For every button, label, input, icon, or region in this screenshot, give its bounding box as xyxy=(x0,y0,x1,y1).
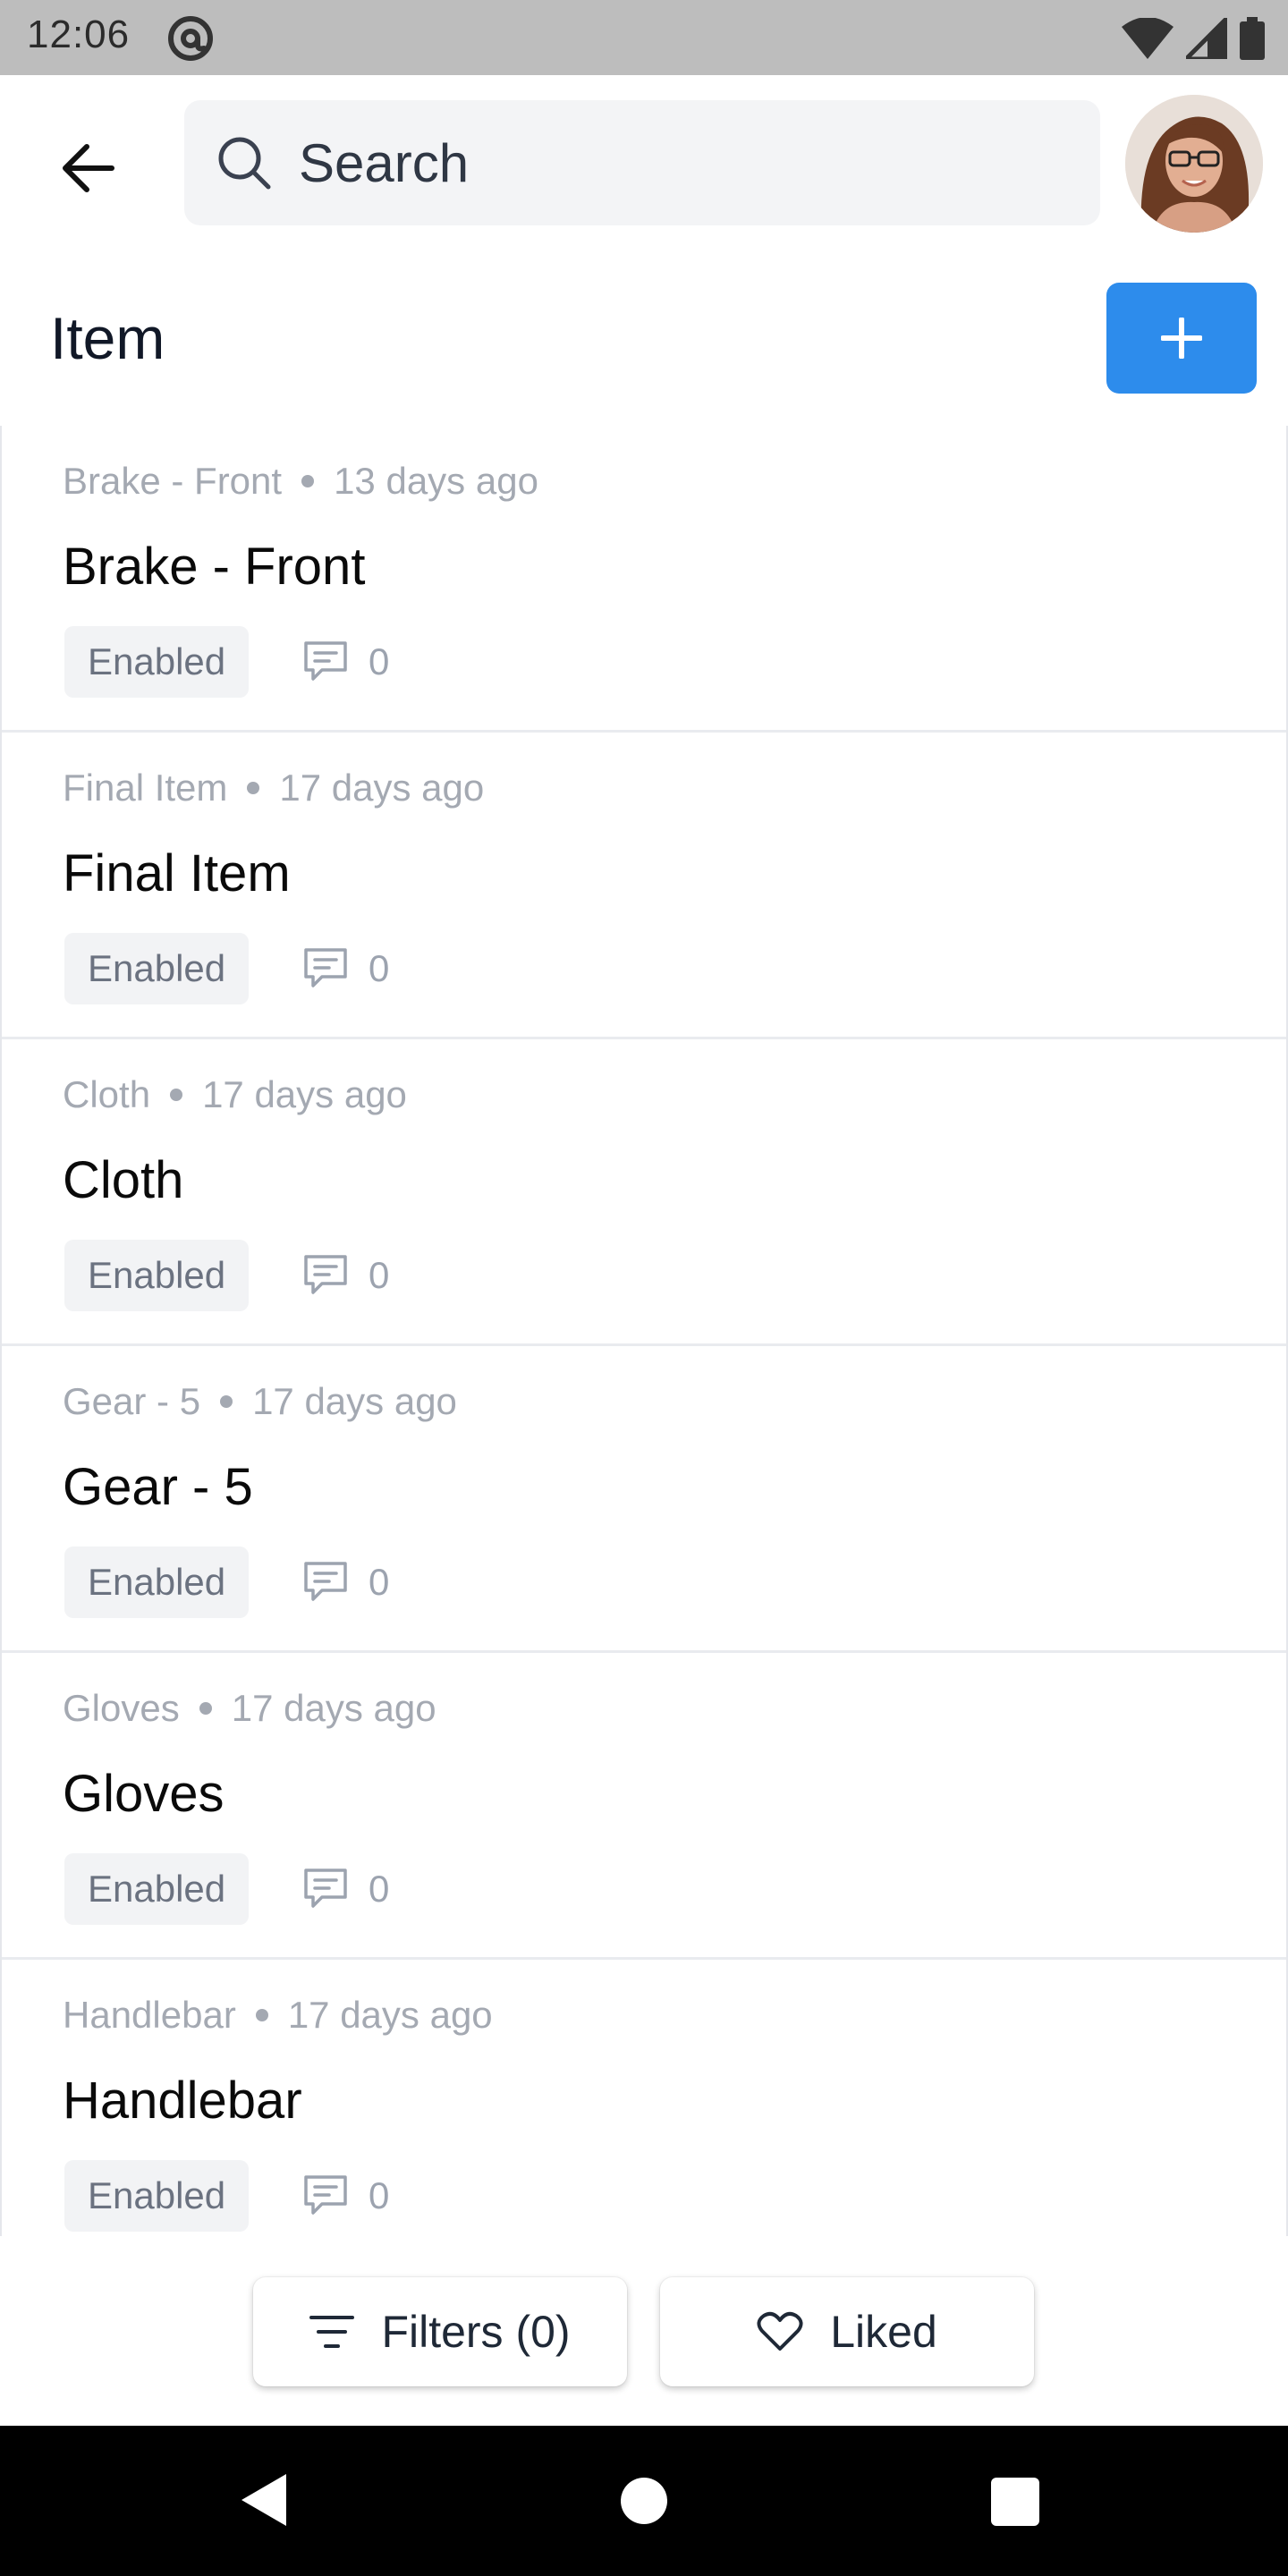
item-age: 17 days ago xyxy=(202,1073,407,1115)
wifi-icon xyxy=(1122,18,1174,59)
status-icons xyxy=(1122,16,1265,61)
list-item[interactable]: Handlebar 17 days ago Handlebar Enabled … xyxy=(2,1960,1286,2236)
separator-dot xyxy=(255,2009,268,2021)
battery-icon xyxy=(1240,17,1265,60)
comment-count: 0 xyxy=(369,1868,390,1910)
comment-count: 0 xyxy=(369,1254,390,1296)
liked-label: Liked xyxy=(830,2307,937,2357)
search-input[interactable]: Search xyxy=(184,100,1100,225)
user-avatar[interactable] xyxy=(1125,95,1263,233)
comment-icon xyxy=(304,2175,347,2215)
item-age: 17 days ago xyxy=(252,1380,457,1422)
comment-count: 0 xyxy=(369,1561,390,1603)
nav-home-icon[interactable] xyxy=(621,2478,667,2524)
separator-dot xyxy=(301,475,315,487)
bottom-action-bar: Filters (0) Liked xyxy=(0,2236,1288,2426)
list-item[interactable]: Final Item 17 days ago Final Item Enable… xyxy=(2,733,1286,1039)
nav-recents-icon[interactable] xyxy=(991,2478,1039,2526)
item-age: 13 days ago xyxy=(334,460,538,502)
comment-counter: 0 xyxy=(302,1247,389,1304)
arrow-left-icon xyxy=(63,144,114,192)
comment-counter: 0 xyxy=(302,1860,389,1918)
item-title: Brake - Front xyxy=(63,538,366,596)
comment-count: 0 xyxy=(369,947,390,989)
item-meta-name: Gloves xyxy=(63,1687,180,1729)
top-app-bar: Search xyxy=(0,75,1288,250)
separator-dot xyxy=(220,1395,233,1408)
system-nav-bar xyxy=(0,2426,1288,2576)
item-title: Final Item xyxy=(63,844,291,902)
status-badge: Enabled xyxy=(64,1546,250,1618)
add-item-button[interactable] xyxy=(1106,283,1257,394)
list-item[interactable]: Cloth 17 days ago Cloth Enabled 0 xyxy=(2,1039,1286,1346)
status-time: 12:06 xyxy=(27,13,131,56)
item-meta-name: Final Item xyxy=(63,767,228,809)
item-meta: Gloves 17 days ago xyxy=(63,1687,436,1730)
filters-label: Filters (0) xyxy=(381,2307,571,2357)
item-meta: Brake - Front 13 days ago xyxy=(63,460,538,503)
status-badge: Enabled xyxy=(64,933,250,1004)
nav-back-icon[interactable] xyxy=(240,2472,288,2528)
item-title: Gloves xyxy=(63,1765,225,1823)
list-item[interactable]: Gear - 5 17 days ago Gear - 5 Enabled 0 xyxy=(2,1346,1286,1653)
item-meta: Handlebar 17 days ago xyxy=(63,1994,493,2037)
item-age: 17 days ago xyxy=(279,767,485,809)
signal-icon xyxy=(1186,18,1227,59)
item-meta: Gear - 5 17 days ago xyxy=(63,1380,457,1423)
back-button[interactable] xyxy=(47,127,129,209)
comment-icon xyxy=(304,1255,347,1294)
liked-button[interactable]: Liked xyxy=(660,2277,1034,2386)
list-item[interactable]: Gloves 17 days ago Gloves Enabled 0 xyxy=(2,1653,1286,1960)
search-icon xyxy=(215,133,274,192)
heart-icon xyxy=(757,2311,803,2351)
search-placeholder: Search xyxy=(299,132,470,193)
separator-dot xyxy=(247,782,260,794)
item-meta-name: Brake - Front xyxy=(63,460,283,502)
filters-button[interactable]: Filters (0) xyxy=(253,2277,627,2386)
comment-counter: 0 xyxy=(302,1554,389,1611)
separator-dot xyxy=(199,1702,212,1715)
plus-icon xyxy=(1161,318,1202,359)
item-meta-name: Handlebar xyxy=(63,1994,236,2036)
comment-count: 0 xyxy=(369,640,390,682)
item-title: Gear - 5 xyxy=(63,1458,253,1516)
status-badge: Enabled xyxy=(64,2160,250,2232)
comment-count: 0 xyxy=(369,2174,390,2216)
item-meta: Final Item 17 days ago xyxy=(63,767,484,809)
item-age: 17 days ago xyxy=(231,1687,436,1729)
page-header: Item xyxy=(0,250,1288,426)
comment-icon xyxy=(304,1868,347,1908)
status-bar: 12:06 xyxy=(0,0,1288,75)
list-item[interactable]: Brake - Front 13 days ago Brake - Front … xyxy=(2,426,1286,733)
filter-lines-icon xyxy=(309,2316,355,2348)
item-meta-name: Cloth xyxy=(63,1073,151,1115)
item-meta-name: Gear - 5 xyxy=(63,1380,201,1422)
item-list: Brake - Front 13 days ago Brake - Front … xyxy=(0,426,1288,2236)
status-badge: Enabled xyxy=(64,626,250,698)
comment-counter: 0 xyxy=(302,633,389,691)
at-sign-icon xyxy=(168,16,213,61)
item-title: Cloth xyxy=(63,1151,184,1209)
comment-counter: 0 xyxy=(302,940,389,997)
comment-icon xyxy=(304,1562,347,1601)
item-age: 17 days ago xyxy=(287,1994,493,2036)
comment-icon xyxy=(304,641,347,681)
separator-dot xyxy=(170,1089,183,1101)
item-meta: Cloth 17 days ago xyxy=(63,1073,407,1116)
status-badge: Enabled xyxy=(64,1240,250,1311)
item-title: Handlebar xyxy=(63,2072,302,2130)
comment-icon xyxy=(304,948,347,987)
comment-counter: 0 xyxy=(302,2167,389,2224)
status-badge: Enabled xyxy=(64,1853,250,1925)
page-title: Item xyxy=(50,305,165,371)
